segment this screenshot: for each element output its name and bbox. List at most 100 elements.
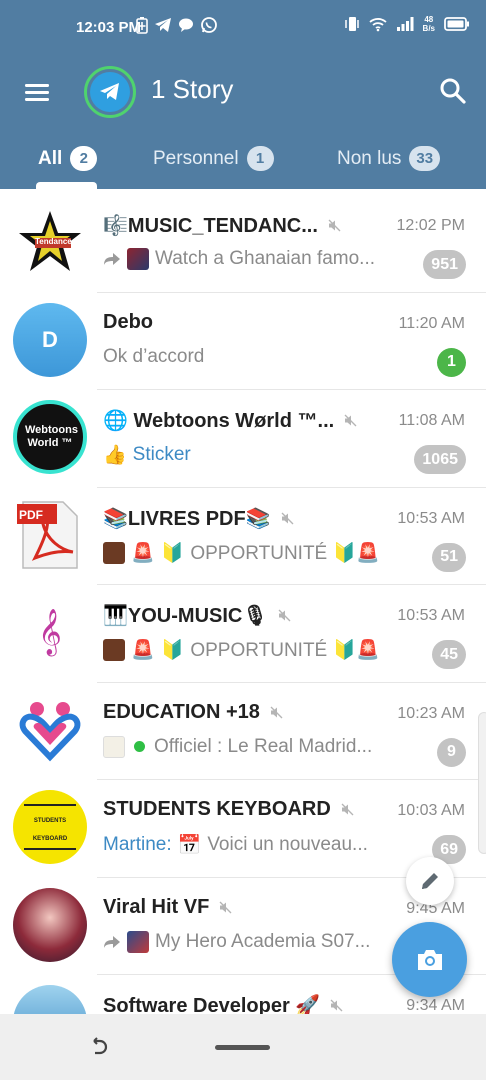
chat-name-line: Viral Hit VF <box>103 896 383 919</box>
unread-count-badge: 951 <box>423 250 466 279</box>
tab-non-lus-label: Non lus <box>337 147 402 169</box>
chat-message: OPPORTUNITÉ 🔰🚨 <box>190 640 380 661</box>
chat-name: 📚LIVRES PDF📚 <box>103 507 271 530</box>
status-time: 12:03 PM <box>76 19 142 36</box>
chat-preview: Ok d’accord <box>103 346 408 368</box>
mute-icon <box>278 609 291 622</box>
chat-name: Viral Hit VF <box>103 895 210 918</box>
vibrate-icon <box>344 17 359 31</box>
back-gesture-icon[interactable] <box>86 1036 110 1060</box>
crest-thumbnail <box>103 735 125 758</box>
edge-panel-handle[interactable] <box>478 712 486 854</box>
chat-sender: Martine: <box>103 834 172 855</box>
mute-icon <box>330 999 343 1012</box>
page-title: 1 Story <box>151 74 234 104</box>
avatar <box>13 692 87 767</box>
avatar-label: Webtoons World ™ <box>25 424 78 449</box>
mute-icon <box>328 219 341 232</box>
chat-preview: 🚨 🔰 OPPORTUNITÉ 🔰🚨 <box>103 541 408 565</box>
system-nav-bar <box>0 1014 486 1080</box>
unread-count-badge: 51 <box>432 542 466 572</box>
chat-message: My Hero Academia S07... <box>155 930 371 952</box>
chat-name: 🌐 Webtoons Wørld ™... <box>103 410 335 432</box>
forward-icon <box>104 935 120 948</box>
chat-preview: My Hero Academia S07... <box>103 930 408 953</box>
story-avatar[interactable] <box>84 66 136 118</box>
network-speed-value: 48 <box>424 15 434 24</box>
camera-button[interactable] <box>392 922 467 997</box>
battery-saver-icon <box>136 17 148 34</box>
tab-personnel-badge: 1 <box>246 146 274 171</box>
chat-row[interactable]: PDF 📚LIVRES PDF📚 10:53 AM 🚨 🔰 OPPORTUNIT… <box>0 488 486 585</box>
chat-name-line: 🎼MUSIC_TENDANC... <box>103 213 383 238</box>
battery-icon <box>444 17 469 31</box>
chat-row[interactable]: Tendance 🎼MUSIC_TENDANC... 12:02 PM Watc… <box>0 195 486 293</box>
chat-row[interactable]: EDUCATION +18 10:23 AM Officiel : Le Rea… <box>0 683 486 780</box>
menu-icon[interactable] <box>22 79 52 105</box>
chat-time: 12:02 PM <box>396 217 465 234</box>
beginner-badge-icon: 🔰 <box>160 542 185 564</box>
unread-count-badge: 1 <box>437 347 466 377</box>
avatar: STUDENTS KEYBOARD <box>13 790 87 864</box>
avatar: Webtoons World ™ <box>13 400 87 474</box>
chat-name: STUDENTS KEYBOARD <box>103 798 331 820</box>
chat-name-line: 🌐 Webtoons Wørld ™... <box>103 408 383 433</box>
chat-message: Officiel : Le Real Madrid... <box>154 735 373 757</box>
tab-personnel-label: Personnel <box>153 147 239 169</box>
unread-count-badge: 9 <box>437 737 466 767</box>
whatsapp-icon <box>201 17 217 33</box>
new-message-button[interactable] <box>406 857 454 905</box>
keyboard-logo: STUDENTS KEYBOARD <box>24 804 76 850</box>
search-icon[interactable] <box>438 76 468 106</box>
tab-non-lus[interactable]: Non lus 33 <box>337 146 441 171</box>
chat-name: 🎼MUSIC_TENDANC... <box>103 215 318 237</box>
tab-non-lus-badge: 33 <box>409 146 441 171</box>
chat-name-line: 🎹YOU-MUSIC🎙 <box>103 603 383 628</box>
chat-message: Watch a Ghanaian famo... <box>155 248 376 269</box>
tab-all[interactable]: All 2 <box>38 146 98 171</box>
media-thumbnail <box>127 930 149 953</box>
tab-all-badge: 2 <box>70 146 98 171</box>
chat-time: 10:23 AM <box>397 704 465 722</box>
chat-message: Sticker <box>132 444 191 465</box>
chat-time: 9:34 AM <box>406 997 465 1014</box>
green-dot-icon <box>134 741 145 752</box>
tab-personnel[interactable]: Personnel 1 <box>153 146 274 171</box>
chat-preview: 🚨 🔰 OPPORTUNITÉ 🔰🚨 <box>103 638 408 662</box>
camera-icon <box>417 949 442 970</box>
chat-name-line: EDUCATION +18 <box>103 701 383 724</box>
chat-name-line: Debo <box>103 311 383 334</box>
mute-icon <box>270 706 283 718</box>
chat-message: Voici un nouveau... <box>207 834 368 855</box>
status-right-icons: 48 B/s <box>344 15 470 33</box>
mute-icon <box>219 901 232 913</box>
home-gesture-bar[interactable] <box>215 1045 270 1050</box>
chat-time: 10:03 AM <box>397 802 465 819</box>
chat-row[interactable]: D Debo 11:20 AM Ok d’accord 1 <box>0 293 486 390</box>
network-speed: 48 B/s <box>423 15 435 33</box>
mute-icon <box>344 414 357 427</box>
avatar-initial: D <box>42 326 58 352</box>
chat-notify-icon <box>179 18 193 32</box>
avatar: PDF <box>13 497 87 572</box>
chat-preview: Martine: 📅 Voici un nouveau... <box>103 833 408 857</box>
chat-message: OPPORTUNITÉ 🔰🚨 <box>190 542 380 564</box>
chat-time: 10:53 AM <box>397 607 465 624</box>
avatar-label: PDF <box>19 507 43 522</box>
chat-preview: Officiel : Le Real Madrid... <box>103 735 408 758</box>
chat-row[interactable]: Webtoons World ™ 🌐 Webtoons Wørld ™... 1… <box>0 390 486 488</box>
chat-preview: Watch a Ghanaian famo... <box>103 248 408 270</box>
chat-name: 🎹YOU-MUSIC🎙 <box>103 605 268 627</box>
forward-icon <box>104 253 120 265</box>
telegram-logo-icon <box>90 72 130 112</box>
chat-name-line: 📚LIVRES PDF📚 <box>103 506 383 531</box>
app-bar: 12:03 PM 48 B/s 1 Story All 2 Personnel … <box>0 0 486 189</box>
tab-all-label: All <box>38 147 63 169</box>
pencil-icon <box>422 873 438 889</box>
chat-preview: 👍 Sticker <box>103 443 408 467</box>
mute-icon <box>281 512 294 524</box>
chat-row[interactable]: 𝄞 🎹YOU-MUSIC🎙 10:53 AM 🚨 🔰 OPPORTUNITÉ 🔰… <box>0 585 486 683</box>
avatar-label: Tendance <box>35 237 72 246</box>
active-tab-indicator <box>36 182 97 189</box>
thumbs-up-icon: 👍 <box>103 445 127 466</box>
